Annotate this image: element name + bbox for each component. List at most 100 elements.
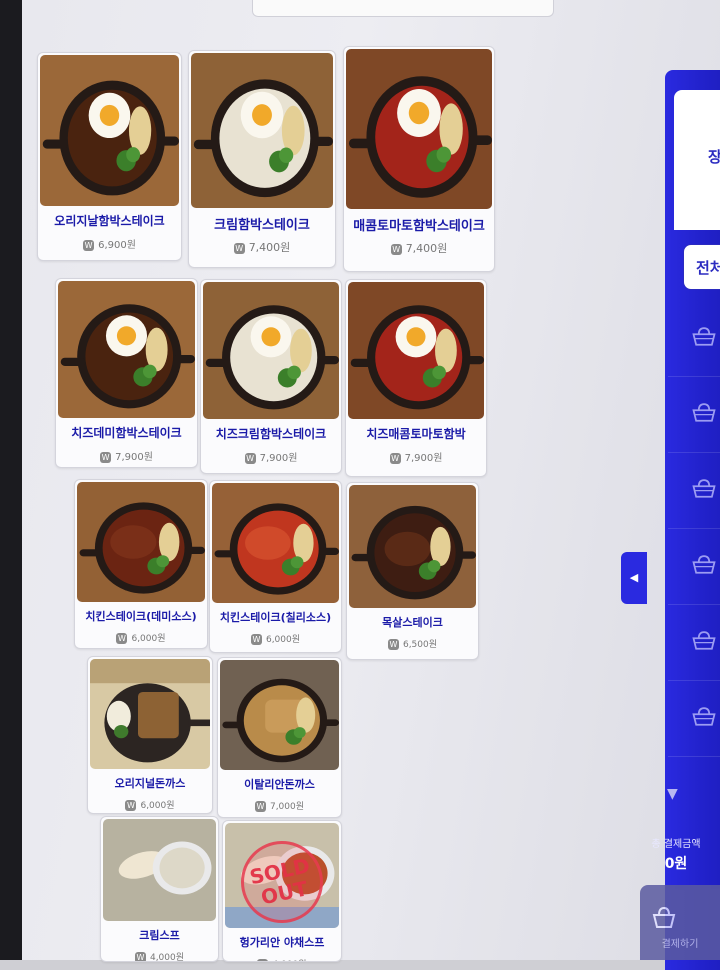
menu-item-card[interactable]: 치즈매콤토마토함박 W 7,900원 <box>345 279 487 477</box>
menu-item-price: W 6,900원 <box>38 236 181 251</box>
bag-icon <box>692 327 716 346</box>
menu-item-card[interactable]: 목살스테이크 W 6,500원 <box>346 482 479 660</box>
bag-icon <box>692 707 716 726</box>
dish-photo <box>220 660 339 770</box>
menu-item-name: 매콤토마토함박스테이크 <box>353 219 485 234</box>
menu-item-name: 오리지날함박스테이크 <box>54 214 165 228</box>
dish-photo <box>103 819 216 921</box>
menu-item-price: W 7,900원 <box>56 448 197 463</box>
menu-item-price-value: 7,400원 <box>248 241 291 254</box>
menu-item-price-value: 7,900원 <box>404 453 443 464</box>
menu-item-price: W 6,000원 <box>88 798 212 811</box>
menu-item-price: W 7,000원 <box>218 799 341 812</box>
dish-photo-image <box>349 485 476 608</box>
dish-photo <box>348 282 484 419</box>
pay-button[interactable]: 결제하기 <box>640 885 720 960</box>
won-icon: W <box>134 952 146 962</box>
menu-item-price-value: 4,000원 <box>149 953 185 962</box>
cart-tab-all[interactable]: 전처 <box>683 244 720 290</box>
menu-item-card[interactable]: 오리지날함박스테이크 W 6,900원 <box>37 52 182 261</box>
won-icon: W <box>250 634 262 645</box>
dish-photo-image <box>40 55 179 206</box>
cart-header-text: 장 <box>708 148 720 166</box>
dish-photo-image <box>346 49 492 209</box>
menu-item-card[interactable]: 치킨스테이크(데미소스) W 6,000원 <box>74 479 208 649</box>
dish-photo-image <box>58 281 195 418</box>
dish-photo <box>77 482 205 602</box>
dish-photo <box>346 49 492 209</box>
dish-photo <box>203 282 339 419</box>
cart-slot[interactable] <box>668 604 720 681</box>
dish-photo-image <box>77 482 205 602</box>
menu-item-name: 치즈데미함박스테이크 <box>71 426 182 440</box>
menu-item-name: 치킨스테이크(칠리소스) <box>219 611 332 624</box>
won-icon: W <box>387 639 399 650</box>
menu-item-price: W 7,900원 <box>201 449 341 464</box>
dish-photo <box>191 53 333 208</box>
menu-item-card[interactable]: 이탈리안돈까스 W 7,000원 <box>217 657 342 818</box>
dish-photo-image <box>90 659 210 769</box>
cart-slot[interactable] <box>668 528 720 605</box>
menu-item-card[interactable]: 치즈데미함박스테이크 W 7,900원 <box>55 278 198 468</box>
collapse-arrow-icon[interactable]: ◀ <box>621 552 647 604</box>
dish-photo-image <box>191 53 333 208</box>
menu-item-price-value: 7,900원 <box>115 452 153 463</box>
menu-item-price-value: 6,000원 <box>131 634 166 644</box>
menu-item-name: 치즈매콤토마토함박 <box>366 427 466 441</box>
menu-item-price-value: 6,000원 <box>265 635 301 645</box>
cart-slot[interactable] <box>668 376 720 453</box>
dish-photo <box>212 483 339 603</box>
menu-item-price: W4,000원 <box>101 950 218 962</box>
menu-item-name: 크림스프 <box>139 929 180 942</box>
menu-item-card[interactable]: 매콤토마토함박스테이크 W 7,400원 <box>343 46 495 272</box>
dish-photo-image <box>348 282 484 419</box>
dish-photo <box>58 281 195 418</box>
cart-slot[interactable] <box>668 452 720 529</box>
monitor-bezel <box>0 0 22 960</box>
won-icon: W <box>125 800 137 811</box>
menu-item-name: 헝가리안 야채스프 <box>239 936 325 949</box>
menu-item-card[interactable]: 치즈크림함박스테이크 W 7,900원 <box>200 279 342 474</box>
cart-slot[interactable] <box>668 680 720 757</box>
menu-item-price-value: 7,900원 <box>259 453 298 464</box>
cart-slot[interactable] <box>668 300 720 377</box>
won-icon: W <box>233 242 245 254</box>
won-icon: W <box>244 452 256 464</box>
menu-item-name: 치즈크림함박스테이크 <box>215 427 327 441</box>
menu-item-price-value: 7,000원 <box>269 802 305 812</box>
menu-item-card[interactable]: 치킨스테이크(칠리소스) W 6,000원 <box>209 480 342 653</box>
menu-item-name: 목살스테이크 <box>382 616 443 629</box>
chevron-down-icon[interactable]: ▼ <box>667 786 678 802</box>
top-search-bar[interactable] <box>252 0 554 17</box>
won-icon: W <box>257 959 269 961</box>
bag-icon <box>652 906 676 928</box>
bag-icon <box>692 479 716 498</box>
menu-item-name: 이탈리안돈까스 <box>244 778 315 791</box>
won-icon: W <box>100 451 112 463</box>
dish-photo <box>349 485 476 608</box>
dish-photo-image <box>103 819 216 921</box>
dish-photo-image <box>203 282 339 419</box>
menu-item-card[interactable]: 크림함박스테이크 W 7,400원 <box>188 50 336 268</box>
menu-item-card[interactable]: 오리지널돈까스 W 6,000원 <box>87 656 213 814</box>
total-label: 총 결제금액 <box>651 839 701 850</box>
menu-item-name: 크림함박스테이크 <box>214 218 310 233</box>
bag-icon <box>692 555 716 574</box>
menu-item-price-value: 4,000원 <box>272 960 306 961</box>
bag-icon <box>692 403 716 422</box>
menu-item-price-value: 6,900원 <box>98 240 136 251</box>
menu-item-price: W 7,900원 <box>346 449 486 464</box>
dish-photo <box>40 55 179 206</box>
menu-item-price-value: 6,000원 <box>140 801 175 811</box>
dish-photo: SOLD OUT <box>225 823 339 928</box>
menu-item-card[interactable]: SOLDOUT 헝가리안 야채스프 W4,000원 <box>222 820 342 962</box>
won-icon: W <box>389 452 401 464</box>
bag-icon <box>692 631 716 650</box>
menu-item-price: W 6,000원 <box>75 631 207 644</box>
cart-tab-label: 전처 <box>696 259 720 277</box>
menu-item-name: 치킨스테이크(데미소스) <box>85 610 197 623</box>
pay-label: 결제하기 <box>661 939 699 950</box>
dish-photo <box>90 659 210 769</box>
won-icon: W <box>390 243 402 255</box>
menu-item-card[interactable]: 크림스프 W 4,000원 <box>100 816 219 962</box>
